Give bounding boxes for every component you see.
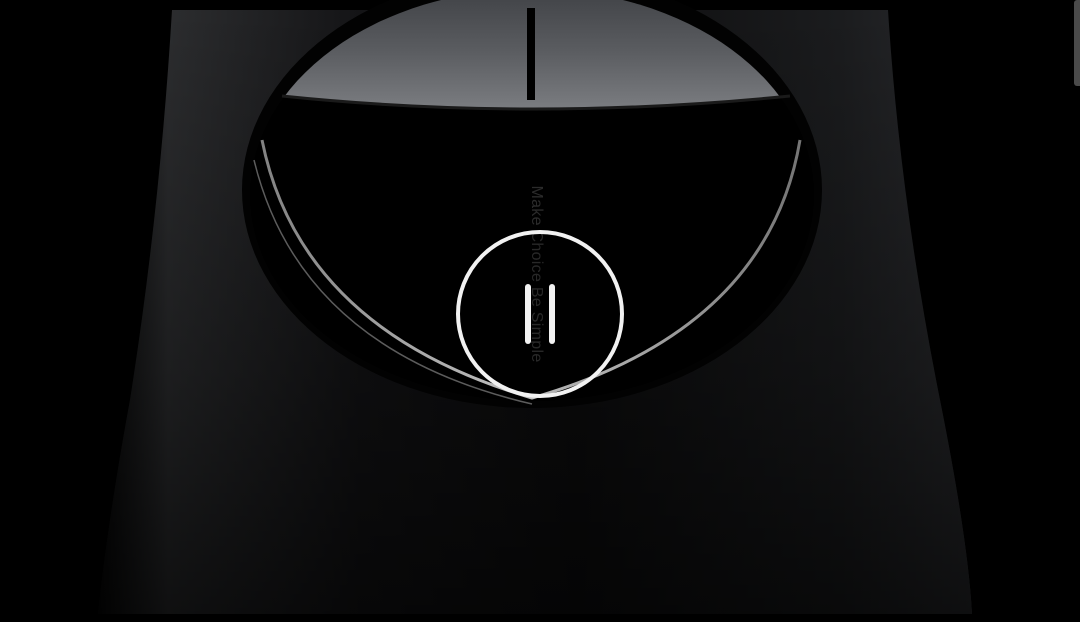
pause-button[interactable] <box>456 230 624 398</box>
scrollbar-thumb[interactable] <box>1074 0 1080 86</box>
video-player[interactable]: Make Choice Be Simple <box>0 0 1080 622</box>
pause-icon <box>525 284 531 344</box>
pause-icon-bar <box>549 284 555 344</box>
